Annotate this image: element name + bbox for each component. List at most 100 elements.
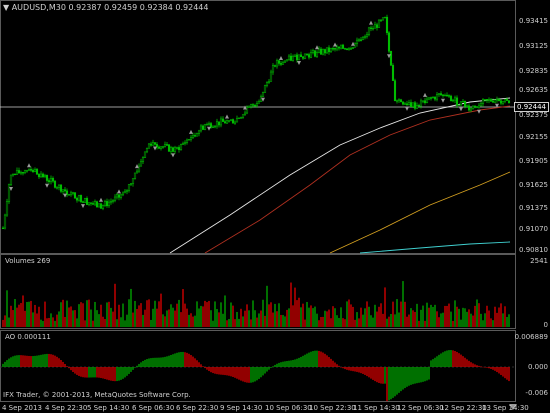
y-tick: 0.91625: [519, 181, 548, 189]
ao-bar: [500, 367, 502, 375]
volume-bar: [224, 295, 226, 327]
volume-bar: [96, 310, 98, 327]
ao-bar: [230, 367, 232, 377]
ao-bar: [364, 367, 366, 375]
candle-body: [169, 147, 173, 152]
volume-bar: [42, 320, 44, 327]
volume-bar: [146, 300, 148, 327]
candle-body: [249, 104, 253, 107]
volume-bar: [360, 307, 362, 327]
candle-body: [259, 96, 263, 102]
candle-body: [327, 47, 331, 53]
ao-bar: [430, 360, 432, 367]
candle-body: [191, 135, 195, 138]
volume-bar: [164, 316, 166, 327]
ao-bar: [300, 356, 302, 367]
volume-bar: [90, 309, 92, 327]
ao-bar: [64, 363, 66, 367]
ao-bar: [56, 356, 58, 367]
ao-bar: [210, 367, 212, 373]
candle-body: [301, 56, 305, 59]
candle-body: [335, 46, 339, 50]
chart-canvas[interactable]: [0, 0, 550, 413]
volume-bar: [84, 320, 86, 327]
copyright-text: IFX Trader, © 2001-2013, MetaQuotes Soft…: [3, 391, 191, 399]
candle-body: [299, 54, 303, 58]
ao-bar: [312, 351, 314, 367]
ao-min-tick: -0.006: [525, 389, 548, 397]
ao-bar: [176, 352, 178, 367]
candle-body: [361, 37, 365, 41]
volume-title: Volumes 269: [5, 257, 51, 265]
candle-body: [67, 194, 71, 196]
ao-bar: [306, 353, 308, 367]
candle-body: [157, 146, 161, 149]
volume-bar: [140, 303, 142, 327]
ao-bar: [436, 356, 438, 367]
arrow-icon: ▼: [3, 3, 10, 12]
ao-bar: [444, 351, 446, 367]
ao-bar: [232, 367, 234, 378]
ao-bar: [102, 367, 104, 379]
volume-bar: [126, 314, 128, 327]
ao-bar: [408, 367, 410, 386]
volume-bar: [462, 307, 464, 327]
ao-bar: [6, 360, 8, 367]
volume-bar: [252, 300, 254, 327]
volume-bar: [26, 301, 28, 327]
ao-bar: [360, 367, 362, 374]
volume-bar: [22, 295, 24, 327]
ao-bar: [496, 367, 498, 373]
main-pane[interactable]: [0, 0, 516, 254]
ao-max-tick: 0.006889: [514, 333, 548, 341]
ao-bar: [428, 367, 430, 380]
candle-body: [153, 142, 157, 145]
candle-body: [19, 172, 23, 174]
candle-body: [351, 47, 355, 50]
volume-bar: [226, 320, 228, 327]
ao-bar: [32, 356, 34, 367]
ao-bar: [66, 366, 68, 367]
volume-bar: [414, 311, 416, 327]
y-tick: 0.91905: [519, 157, 548, 165]
ao-bar: [392, 367, 394, 398]
volume-bar: [156, 308, 158, 327]
volume-bar: [506, 316, 508, 327]
volume-bar: [312, 308, 314, 327]
candle-body: [253, 105, 257, 107]
candle-body: [365, 34, 369, 37]
volume-bar: [110, 307, 112, 327]
candle-body: [417, 105, 421, 107]
candle-body: [109, 201, 113, 203]
ao-bar: [262, 367, 264, 376]
candle-body: [145, 148, 149, 153]
candle-body: [131, 178, 135, 184]
candle-body: [13, 173, 17, 176]
volume-bar: [20, 303, 22, 327]
candle-body: [319, 48, 323, 55]
volume-bar: [16, 307, 18, 327]
candle-body: [461, 101, 465, 103]
ao-bar: [370, 367, 372, 379]
volume-bar: [256, 317, 258, 327]
candle-body: [247, 106, 251, 108]
x-tick: 10 Sep 06:30: [265, 404, 312, 412]
volume-pane[interactable]: [0, 254, 516, 329]
candle-body: [487, 99, 491, 101]
candle-body: [147, 143, 151, 149]
ao-bar: [440, 353, 442, 367]
volume-bar: [342, 318, 344, 327]
ao-bar: [420, 367, 422, 383]
ao-bar: [14, 355, 16, 367]
volume-bar: [74, 310, 76, 327]
candle-body: [165, 144, 169, 146]
candle-body: [177, 147, 181, 150]
volume-bar: [124, 320, 126, 327]
candle-body: [347, 48, 351, 50]
candle-body: [433, 96, 437, 100]
candle-body: [475, 106, 479, 108]
volume-bar: [358, 318, 360, 327]
volume-bar: [294, 287, 296, 327]
ao-bar: [288, 360, 290, 367]
candle-body: [27, 169, 31, 171]
